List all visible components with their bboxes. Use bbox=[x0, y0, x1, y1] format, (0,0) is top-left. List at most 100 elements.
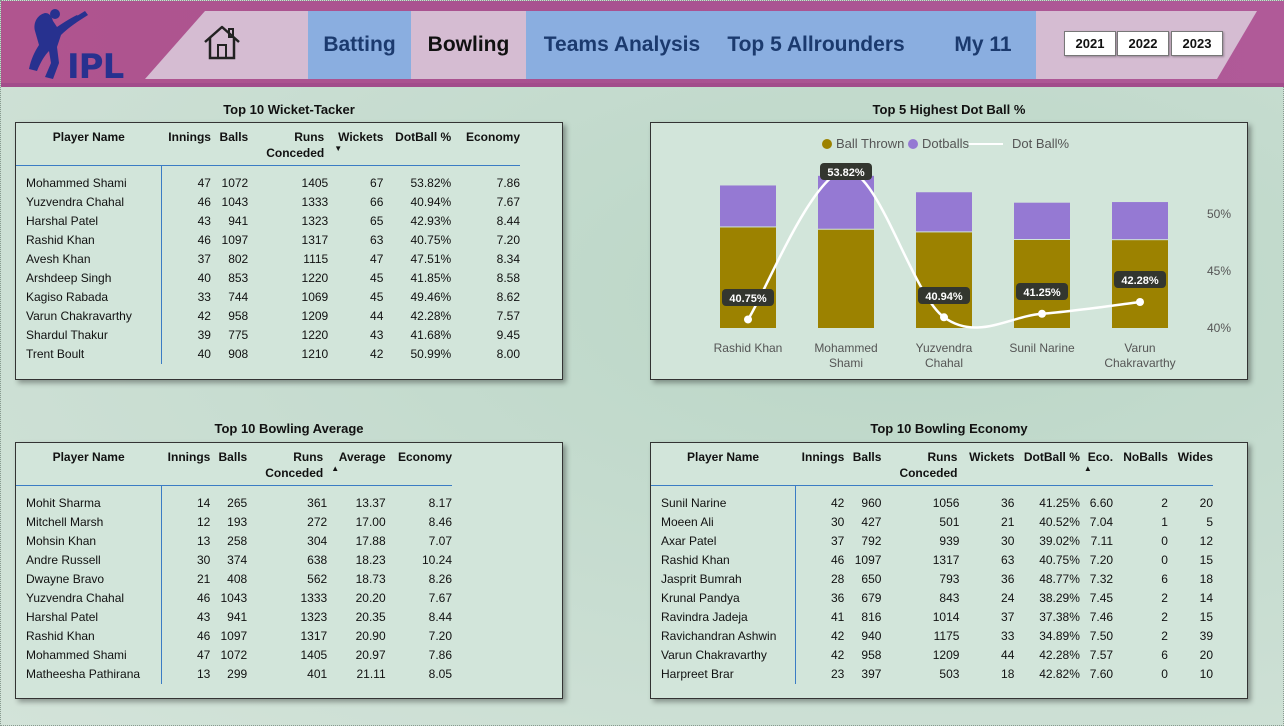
value-cell: 40.75% bbox=[410, 233, 452, 247]
table-row[interactable]: Krunal Pandya 36 679 843 24 38.29% 7.45 2 14 bbox=[651, 589, 1213, 608]
value-cell: 1209 bbox=[932, 648, 960, 662]
table-row[interactable]: Ravindra Jadeja 41 816 1014 37 37.38% 7.46 2 15 bbox=[651, 608, 1213, 627]
table-row[interactable]: Rashid Khan 46 1097 1317 20.90 7.20 bbox=[16, 627, 452, 646]
value-cell: 638 bbox=[307, 553, 328, 567]
table-row[interactable]: Matheesha Pathirana 13 299 401 21.11 8.05 bbox=[16, 665, 452, 684]
table-row[interactable]: Trent Boult 40 908 1210 42 50.99% 8.00 bbox=[16, 345, 520, 364]
table-row[interactable]: Yuzvendra Chahal 46 1043 1333 20.20 7.67 bbox=[16, 589, 452, 608]
value-cell: 17.88 bbox=[355, 534, 386, 548]
tab-teams-analysis[interactable]: Teams Analysis bbox=[538, 11, 706, 79]
year-button-2022[interactable]: 2022 bbox=[1117, 31, 1169, 56]
col-header-dotball[interactable]: DotBall % bbox=[1014, 443, 1080, 486]
table-row[interactable]: Ravichandran Ashwin 42 940 1175 33 34.89% 7.50… bbox=[651, 627, 1213, 646]
table-row[interactable]: Kagiso Rabada 33 744 1069 45 49.46% 8.62 bbox=[16, 288, 520, 307]
col-header-wides[interactable]: Wides bbox=[1168, 443, 1213, 486]
table-row[interactable]: Mohammed Shami 47 1072 1405 67 53.82% 7.86 bbox=[16, 165, 520, 193]
table-row[interactable]: Andre Russell 30 374 638 18.23 10.24 bbox=[16, 551, 452, 570]
table-row[interactable]: Mohsin Khan 13 258 304 17.88 7.07 bbox=[16, 532, 452, 551]
col-header-balls[interactable]: Balls bbox=[844, 443, 882, 486]
value-cell: 8.34 bbox=[496, 252, 520, 266]
value-cell: 650 bbox=[861, 572, 882, 586]
table-row[interactable]: Avesh Khan 37 802 1115 47 47.51% 8.34 bbox=[16, 250, 520, 269]
table-row[interactable]: Mohammed Shami 47 1072 1405 20.97 7.86 bbox=[16, 646, 452, 665]
table-row[interactable]: Jasprit Bumrah 28 650 793 36 48.77% 7.32 6 18 bbox=[651, 570, 1213, 589]
col-header-player[interactable]: Player Name bbox=[651, 443, 795, 486]
value-cell: 42.28% bbox=[1039, 648, 1080, 662]
data-label: 41.25% bbox=[1023, 287, 1061, 299]
table-row[interactable]: Rashid Khan 46 1097 1317 63 40.75% 7.20 bbox=[16, 231, 520, 250]
col-header-dotball[interactable]: DotBall % bbox=[383, 123, 451, 166]
col-header-innings[interactable]: Innings bbox=[161, 443, 211, 486]
col-header-innings[interactable]: Innings bbox=[162, 123, 211, 166]
col-header-noballs[interactable]: NoBalls bbox=[1113, 443, 1168, 486]
col-header-wickets[interactable]: Wickets ▼ bbox=[328, 123, 383, 166]
player-name-cell: Harshal Patel bbox=[16, 608, 162, 627]
col-header-economy[interactable]: Economy bbox=[451, 123, 520, 166]
player-name-cell: Ravichandran Ashwin bbox=[651, 627, 796, 646]
tab-top5-allrounders[interactable]: Top 5 Allrounders bbox=[719, 11, 913, 79]
value-cell: 63 bbox=[370, 233, 384, 247]
value-cell: 503 bbox=[939, 667, 960, 681]
table-row[interactable]: Varun Chakravarthy 42 958 1209 44 42.28% 7.57 bbox=[16, 307, 520, 326]
col-header-runs[interactable]: Runs Conceded bbox=[881, 443, 959, 486]
table-row[interactable]: Yuzvendra Chahal 46 1043 1333 66 40.94% 7.67 bbox=[16, 193, 520, 212]
col-header-balls[interactable]: Balls bbox=[210, 443, 248, 486]
table-row[interactable]: Harshal Patel 43 941 1323 65 42.93% 8.44 bbox=[16, 212, 520, 231]
col-header-eco[interactable]: Eco. ▲ bbox=[1080, 443, 1113, 486]
value-cell: 7.57 bbox=[1089, 648, 1114, 662]
col-header-runs[interactable]: Runs Conceded bbox=[248, 123, 328, 166]
value-cell: 7.07 bbox=[428, 534, 452, 548]
player-name-cell: Andre Russell bbox=[16, 551, 162, 570]
table-row[interactable]: Sunil Narine 42 960 1056 36 41.25% 6.60 2 20 bbox=[651, 485, 1213, 513]
value-cell: 30 bbox=[1001, 534, 1015, 548]
year-button-2023[interactable]: 2023 bbox=[1171, 31, 1223, 56]
table-row[interactable]: Rashid Khan 46 1097 1317 63 40.75% 7.20 0 15 bbox=[651, 551, 1213, 570]
col-header-average[interactable]: Average ▲ bbox=[327, 443, 385, 486]
legend-marker bbox=[908, 139, 918, 149]
value-cell: 20 bbox=[1199, 648, 1213, 662]
value-cell: 21 bbox=[1001, 515, 1015, 529]
value-cell: 42 bbox=[370, 347, 384, 361]
bar-dotballs bbox=[720, 185, 776, 227]
tab-my11[interactable]: My 11 bbox=[941, 11, 1025, 79]
table-row[interactable]: Moeen Ali 30 427 501 21 40.52% 7.04 1 5 bbox=[651, 513, 1213, 532]
value-cell: 47 bbox=[197, 176, 211, 190]
tab-batting[interactable]: Batting bbox=[308, 11, 411, 79]
col-header-economy[interactable]: Economy bbox=[386, 443, 452, 486]
value-cell: 40 bbox=[197, 271, 211, 285]
col-header-innings[interactable]: Innings bbox=[795, 443, 845, 486]
player-name-cell: Ravindra Jadeja bbox=[651, 608, 796, 627]
year-button-2021[interactable]: 2021 bbox=[1064, 31, 1116, 56]
chart-title: Top 5 Highest Dot Ball % bbox=[872, 102, 1026, 117]
value-cell: 8.05 bbox=[428, 667, 452, 681]
home-button[interactable] bbox=[197, 19, 247, 65]
col-header-balls[interactable]: Balls bbox=[211, 123, 249, 166]
table-row[interactable]: Harshal Patel 43 941 1323 20.35 8.44 bbox=[16, 608, 452, 627]
table-row[interactable]: Axar Patel 37 792 939 30 39.02% 7.11 0 12 bbox=[651, 532, 1213, 551]
value-cell: 36 bbox=[830, 591, 845, 605]
player-name-cell: Shardul Thakur bbox=[16, 326, 163, 345]
col-header-player[interactable]: Player Name bbox=[16, 123, 162, 166]
sort-asc-icon: ▲ bbox=[1083, 464, 1092, 473]
col-header-runs[interactable]: Runs Conceded bbox=[247, 443, 327, 486]
value-cell: 8.17 bbox=[428, 496, 452, 510]
value-cell: 9.45 bbox=[496, 328, 520, 342]
table-row[interactable]: Varun Chakravarthy 42 958 1209 44 42.28% 7.57 6… bbox=[651, 646, 1213, 665]
value-cell: 41 bbox=[830, 610, 845, 624]
value-cell: 7.20 bbox=[428, 629, 452, 643]
value-cell: 908 bbox=[228, 347, 249, 361]
table-row[interactable]: Shardul Thakur 39 775 1220 43 41.68% 9.45 bbox=[16, 326, 520, 345]
tab-bowling[interactable]: Bowling bbox=[411, 11, 526, 79]
table-row[interactable]: Mohit Sharma 14 265 361 13.37 8.17 bbox=[16, 485, 452, 513]
value-cell: 42 bbox=[830, 648, 845, 662]
player-name-cell: Matheesha Pathirana bbox=[16, 665, 162, 684]
value-cell: 679 bbox=[861, 591, 882, 605]
table-row[interactable]: Mitchell Marsh 12 193 272 17.00 8.46 bbox=[16, 513, 452, 532]
col-header-wickets[interactable]: Wickets bbox=[959, 443, 1014, 486]
col-header-player[interactable]: Player Name bbox=[16, 443, 161, 486]
table-row[interactable]: Dwayne Bravo 21 408 562 18.73 8.26 bbox=[16, 570, 452, 589]
value-cell: 1056 bbox=[932, 496, 960, 510]
economy-table-title: Top 10 Bowling Economy bbox=[870, 421, 1028, 436]
table-row[interactable]: Arshdeep Singh 40 853 1220 45 41.85% 8.58 bbox=[16, 269, 520, 288]
table-row[interactable]: Harpreet Brar 23 397 503 18 42.82% 7.60 0 10 bbox=[651, 665, 1213, 684]
